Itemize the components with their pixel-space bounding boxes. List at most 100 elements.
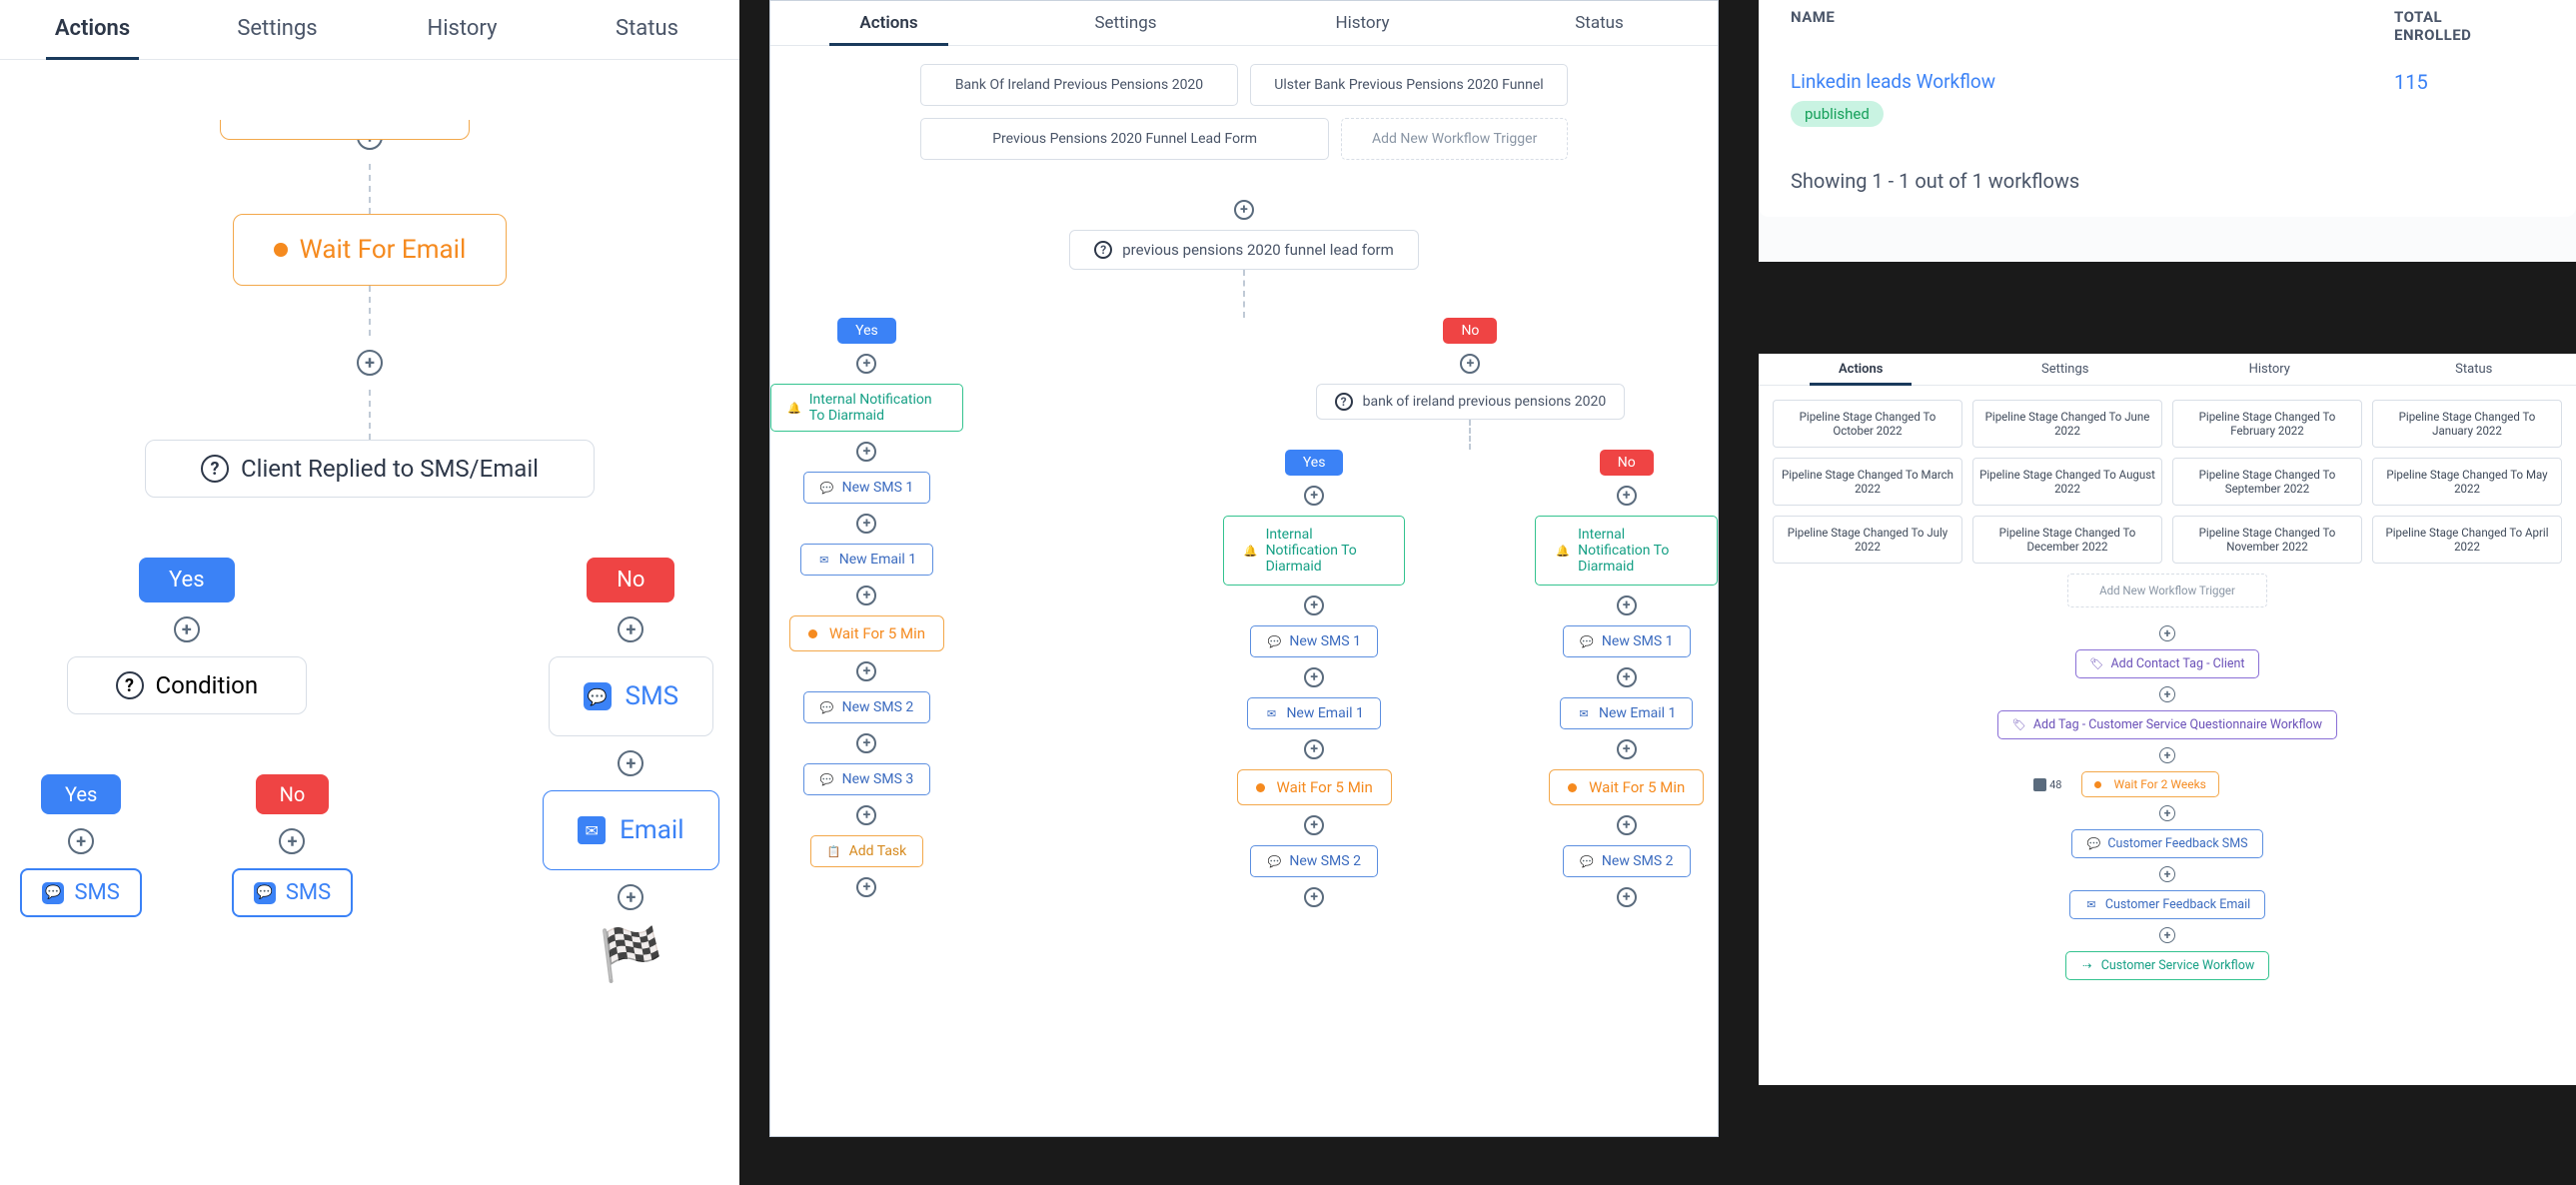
canvas-area[interactable]: + Wait For Email + ? Client Replied to S…: [0, 60, 739, 1185]
canvas-area[interactable]: + ? previous pensions 2020 funnel lead f…: [770, 172, 1718, 917]
add-step-button[interactable]: +: [1617, 887, 1637, 907]
tab-history[interactable]: History: [1244, 1, 1481, 45]
email-node[interactable]: ✉New Email 1: [1560, 697, 1693, 729]
branch-no-inner[interactable]: No: [256, 774, 330, 814]
trigger-jan[interactable]: Pipeline Stage Changed To January 2022: [2372, 400, 2562, 448]
trigger-nov[interactable]: Pipeline Stage Changed To November 2022: [2172, 516, 2362, 564]
trigger-jul[interactable]: Pipeline Stage Changed To July 2022: [1773, 516, 1962, 564]
tab-history[interactable]: History: [370, 0, 555, 59]
add-step-button[interactable]: +: [2159, 927, 2175, 943]
tab-settings[interactable]: Settings: [1963, 354, 2168, 385]
table-row[interactable]: Linkedin leads Workflow published 115: [1759, 60, 2576, 145]
add-step-button[interactable]: +: [856, 442, 876, 462]
sms-node[interactable]: 💬New SMS 1: [803, 472, 931, 504]
add-step-button[interactable]: +: [2159, 625, 2175, 641]
add-step-button[interactable]: +: [2159, 805, 2175, 821]
add-step-button[interactable]: +: [1304, 486, 1324, 506]
add-step-button[interactable]: +: [1617, 486, 1637, 506]
add-step-button[interactable]: +: [856, 661, 876, 681]
sms-node[interactable]: 💬New SMS 1: [1250, 625, 1378, 657]
add-step-button[interactable]: +: [1304, 595, 1324, 615]
trigger-may[interactable]: Pipeline Stage Changed To May 2022: [2372, 458, 2562, 506]
add-tag-cs-node[interactable]: 🏷 Add Tag - Customer Service Questionnai…: [1997, 710, 2337, 739]
trigger-feb[interactable]: Pipeline Stage Changed To February 2022: [2172, 400, 2362, 448]
tab-status[interactable]: Status: [555, 0, 739, 59]
add-step-button[interactable]: +: [1617, 595, 1637, 615]
wait-for-email-node[interactable]: Wait For Email: [233, 214, 508, 286]
tab-status[interactable]: Status: [1481, 1, 1718, 45]
add-step-button[interactable]: +: [2159, 866, 2175, 882]
add-step-button[interactable]: +: [279, 828, 305, 854]
add-step-button[interactable]: +: [1617, 739, 1637, 759]
add-step-button[interactable]: +: [1304, 739, 1324, 759]
internal-notification-node[interactable]: 🔔 Internal Notification To Diarmaid: [770, 384, 963, 432]
wait-node[interactable]: Wait For 2 Weeks: [2081, 771, 2218, 797]
add-step-button[interactable]: +: [618, 884, 644, 910]
branch-no[interactable]: No: [1443, 318, 1497, 344]
customer-service-wf-node[interactable]: ⇢ Customer Service Workflow: [2065, 951, 2270, 980]
wait-node[interactable]: Wait For 5 Min: [1549, 769, 1704, 805]
add-contact-tag-node[interactable]: 🏷 Add Contact Tag - Client: [2075, 649, 2260, 678]
sms-node[interactable]: 💬New SMS 3: [803, 763, 931, 795]
enrolled-count[interactable]: 115: [2394, 70, 2544, 94]
tab-status[interactable]: Status: [2372, 354, 2576, 385]
branch-no[interactable]: No: [587, 558, 674, 602]
add-step-button[interactable]: +: [357, 350, 383, 376]
add-step-button[interactable]: +: [618, 750, 644, 776]
email-node[interactable]: ✉New Email 1: [1247, 697, 1380, 729]
add-step-button[interactable]: +: [618, 616, 644, 642]
task-node[interactable]: 📋Add Task: [810, 835, 924, 867]
trigger-apr[interactable]: Pipeline Stage Changed To April 2022: [2372, 516, 2562, 564]
sms-node[interactable]: 💬New SMS 2: [803, 691, 931, 723]
trigger-jun[interactable]: Pipeline Stage Changed To June 2022: [1972, 400, 2162, 448]
add-trigger-button[interactable]: Add New Workflow Trigger: [1341, 118, 1568, 160]
tab-settings[interactable]: Settings: [1007, 1, 1244, 45]
add-step-button[interactable]: +: [2159, 686, 2175, 702]
trigger-leadform[interactable]: Previous Pensions 2020 Funnel Lead Form: [920, 118, 1329, 160]
add-step-button[interactable]: +: [1460, 354, 1480, 374]
condition-node[interactable]: ? Client Replied to SMS/Email: [145, 440, 595, 498]
add-step-button[interactable]: +: [68, 828, 94, 854]
col-name-header[interactable]: NAME: [1791, 8, 2394, 44]
sms-node[interactable]: 💬New SMS 2: [1563, 845, 1691, 877]
add-step-button[interactable]: +: [1617, 815, 1637, 835]
add-step-button[interactable]: +: [1234, 200, 1254, 220]
col-total-header[interactable]: TOTAL ENROLLED: [2394, 8, 2544, 44]
add-step-button[interactable]: +: [856, 805, 876, 825]
add-step-button[interactable]: +: [856, 354, 876, 374]
add-step-button[interactable]: +: [856, 514, 876, 534]
add-step-button[interactable]: +: [856, 733, 876, 753]
tab-settings[interactable]: Settings: [185, 0, 370, 59]
trigger-mar[interactable]: Pipeline Stage Changed To March 2022: [1773, 458, 1962, 506]
workflow-name-link[interactable]: Linkedin leads Workflow: [1791, 70, 2394, 93]
branch-yes[interactable]: Yes: [837, 318, 896, 344]
tab-history[interactable]: History: [2167, 354, 2372, 385]
add-step-button[interactable]: +: [2159, 747, 2175, 763]
add-step-button[interactable]: +: [856, 586, 876, 605]
branch-yes-inner[interactable]: Yes: [41, 774, 121, 814]
trigger-aug[interactable]: Pipeline Stage Changed To August 2022: [1972, 458, 2162, 506]
sms-action-node-big[interactable]: 💬 SMS: [549, 656, 714, 736]
start-condition-node[interactable]: ? previous pensions 2020 funnel lead for…: [1069, 230, 1419, 270]
condition-node-inner[interactable]: ? Condition: [67, 656, 307, 714]
tab-actions[interactable]: Actions: [0, 0, 185, 59]
sms-action-node[interactable]: 💬 SMS: [232, 868, 353, 917]
email-action-node[interactable]: ✉ Email: [543, 790, 718, 870]
trigger-oct[interactable]: Pipeline Stage Changed To October 2022: [1773, 400, 1962, 448]
add-step-button[interactable]: +: [1304, 815, 1324, 835]
add-trigger-button[interactable]: Add New Workflow Trigger: [2067, 574, 2267, 607]
trigger-ulster[interactable]: Ulster Bank Previous Pensions 2020 Funne…: [1250, 64, 1568, 106]
sms-action-node[interactable]: 💬 SMS: [20, 868, 141, 917]
branch-yes[interactable]: Yes: [139, 558, 235, 602]
add-step-button[interactable]: +: [1304, 887, 1324, 907]
trigger-sep[interactable]: Pipeline Stage Changed To September 2022: [2172, 458, 2362, 506]
wait-node[interactable]: Wait For 5 Min: [1237, 769, 1392, 805]
canvas-area[interactable]: + 🏷 Add Contact Tag - Client + 🏷 Add Tag…: [1759, 607, 2576, 980]
feedback-email-node[interactable]: ✉ Customer Feedback Email: [2069, 890, 2265, 919]
internal-notification-node[interactable]: 🔔Internal Notification To Diarmaid: [1535, 516, 1718, 586]
add-step-button[interactable]: +: [856, 877, 876, 897]
branch-yes-inner[interactable]: Yes: [1285, 450, 1344, 476]
branch-no-inner[interactable]: No: [1600, 450, 1654, 476]
sms-node[interactable]: 💬New SMS 1: [1563, 625, 1691, 657]
feedback-sms-node[interactable]: 💬 Customer Feedback SMS: [2071, 829, 2262, 858]
